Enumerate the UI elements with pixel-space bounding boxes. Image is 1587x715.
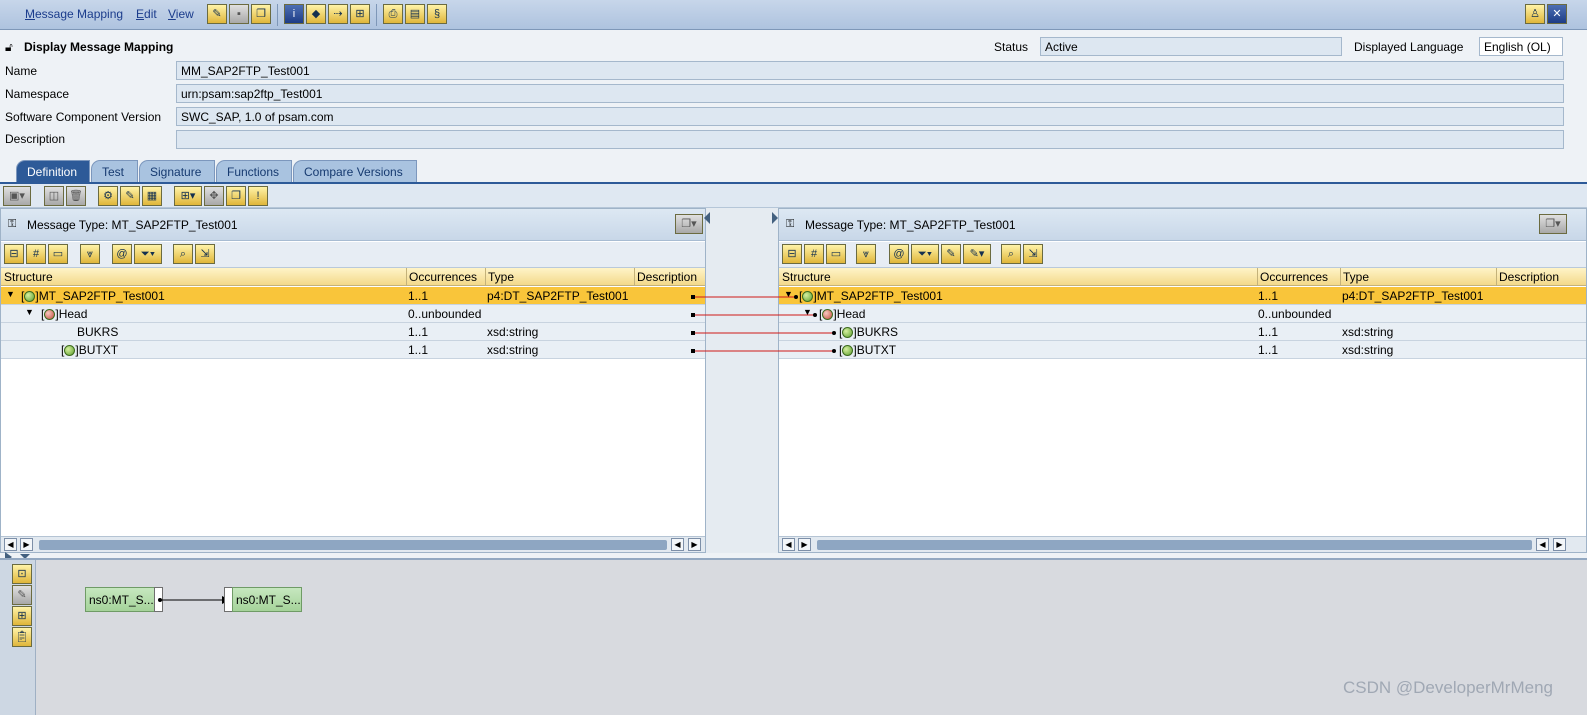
mapping-endpoint [813, 313, 817, 317]
mapping-endpoint [794, 295, 798, 299]
mapping-endpoint [691, 349, 695, 353]
mapping-endpoint [691, 313, 695, 317]
tree-layout-icon[interactable]: ⊞ [12, 606, 32, 626]
collapse-left-icon[interactable] [704, 212, 710, 224]
source-graph-node[interactable]: ns0:MT_S... [85, 587, 155, 612]
watermark: CSDN @DeveloperMrMeng [1343, 678, 1553, 697]
edit-function-icon[interactable]: ✎ [12, 585, 32, 605]
mapping-endpoint [691, 331, 695, 335]
mapping-endpoint [832, 349, 836, 353]
paste-icon[interactable]: 📋︎ [12, 627, 32, 647]
collapse-right-icon[interactable] [772, 212, 778, 224]
editor-sidebar: ⊡ ✎ ⊞ 📋︎ [0, 560, 36, 715]
mapping-endpoint [691, 295, 695, 299]
new-function-icon[interactable]: ⊡ [12, 564, 32, 584]
mapping-endpoint [832, 331, 836, 335]
target-graph-node[interactable]: ns0:MT_S... [232, 587, 302, 612]
graph-connector [158, 596, 230, 604]
